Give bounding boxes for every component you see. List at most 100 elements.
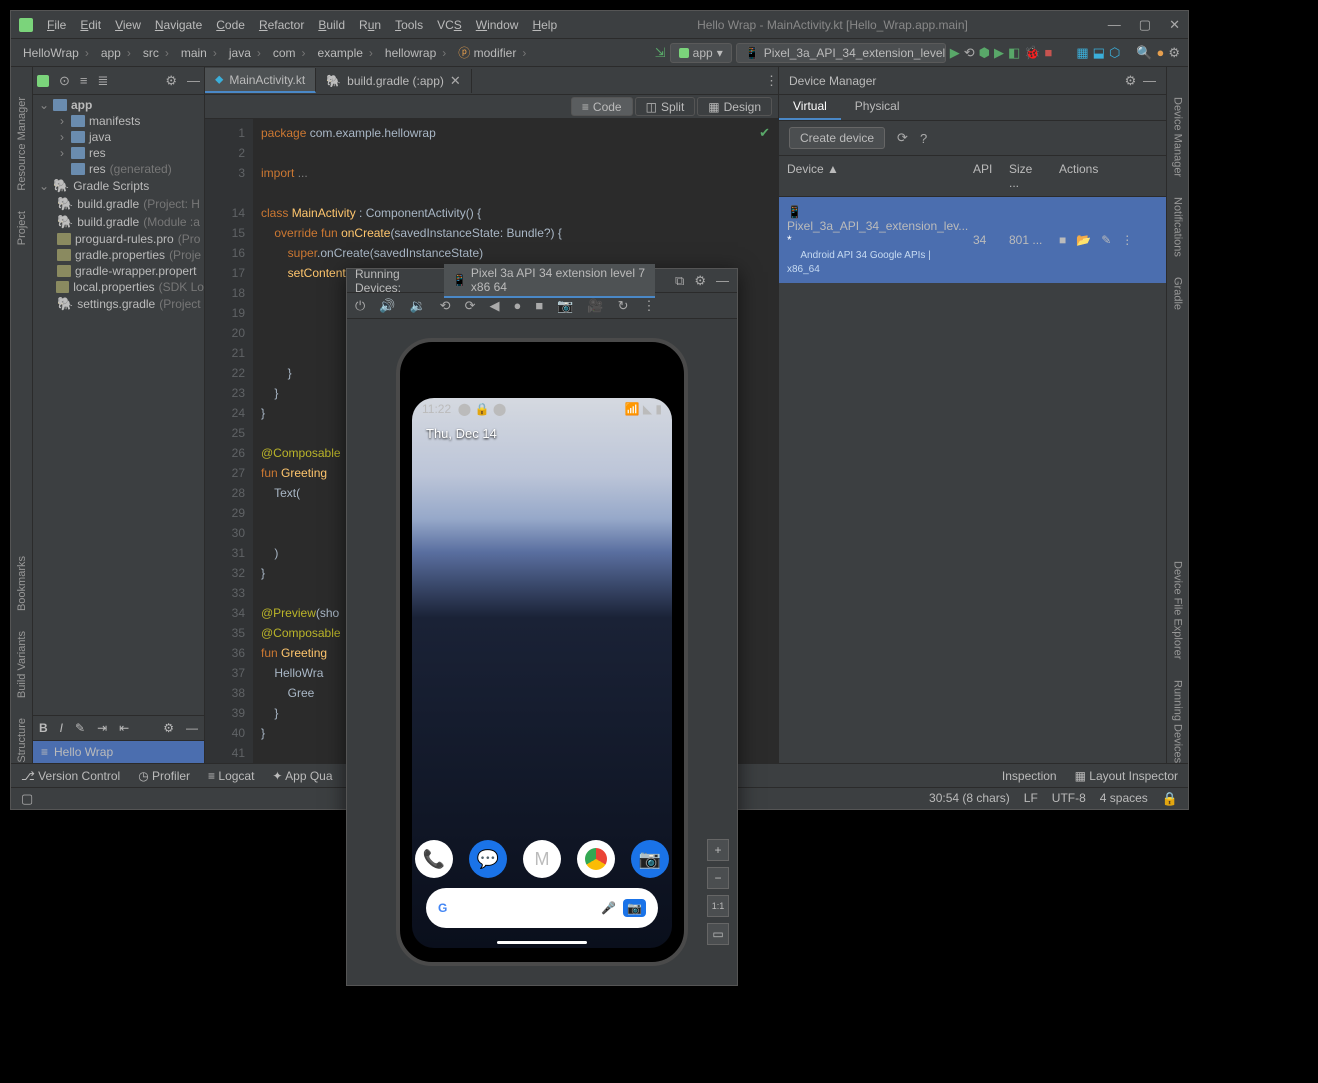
open-folder-icon[interactable]: 📂 (1076, 233, 1091, 247)
expand-icon[interactable]: ≡ (80, 73, 88, 88)
tab-physical[interactable]: Physical (841, 95, 914, 120)
line-ending[interactable]: LF (1024, 791, 1038, 807)
collapse-icon[interactable]: ≣ (98, 73, 109, 89)
tab-menu-icon[interactable]: ⋮ (765, 73, 778, 89)
nav-handle[interactable] (497, 941, 587, 944)
more-icon[interactable]: ⋮ (1121, 233, 1133, 247)
home-icon[interactable]: ● (513, 298, 521, 313)
rail-resource-manager[interactable]: Resource Manager (16, 97, 28, 191)
profile-icon[interactable]: ◧ (1008, 45, 1020, 61)
view-design[interactable]: ▦ Design (697, 97, 772, 116)
crumb[interactable]: example (314, 44, 377, 62)
rail-structure[interactable]: Structure (16, 718, 28, 763)
rail-build-variants[interactable]: Build Variants (16, 631, 28, 698)
zoom-out-button[interactable]: − (707, 867, 729, 889)
menu-build[interactable]: Build (318, 18, 345, 32)
menu-code[interactable]: Code (216, 18, 245, 32)
rail-device-manager[interactable]: Device Manager (1172, 97, 1184, 177)
power-icon[interactable]: ⏻ (355, 298, 365, 314)
gear-icon[interactable]: ⚙ (694, 273, 706, 289)
menu-file[interactable]: File (47, 18, 66, 32)
tab-mainactivity[interactable]: ⬥MainActivity.kt (205, 68, 316, 93)
rotate-right-icon[interactable]: ⟳ (465, 298, 476, 314)
avd-icon[interactable]: ▦ (1076, 45, 1088, 61)
menu-vcs[interactable]: VCS (437, 18, 462, 32)
caret-position[interactable]: 30:54 (8 chars) (929, 791, 1010, 807)
minimize-icon[interactable]: — (1108, 17, 1121, 33)
crumb[interactable]: HelloWrap (19, 44, 93, 62)
google-search-bar[interactable]: G 🎤 📷 (426, 888, 658, 928)
camera-app-icon[interactable]: 📷 (631, 840, 669, 878)
attach-debugger-icon[interactable]: 🐞 (1024, 45, 1040, 61)
run-icon[interactable]: ▶ (950, 45, 960, 61)
menu-view[interactable]: View (115, 18, 141, 32)
menu-navigate[interactable]: Navigate (155, 18, 202, 32)
rotate-left-icon[interactable]: ⟲ (440, 298, 451, 314)
stop-device-icon[interactable]: ■ (1059, 233, 1066, 247)
phone-app-icon[interactable]: 📞 (415, 840, 453, 878)
hide-icon[interactable]: — (187, 73, 200, 88)
zoom-fit-button[interactable]: ▭ (707, 923, 729, 945)
sdk-icon[interactable]: ⬓ (1093, 45, 1105, 61)
tool-inspection[interactable]: Inspection (1002, 769, 1057, 783)
search-everywhere-icon[interactable]: 🔍 (1136, 45, 1152, 61)
new-window-icon[interactable]: ⧉ (675, 273, 684, 289)
inspections-ok-icon[interactable]: ✔ (759, 123, 770, 143)
stop-icon[interactable]: ■ (1044, 45, 1052, 60)
crumb[interactable]: java (225, 44, 265, 62)
zoom-in-button[interactable]: + (707, 839, 729, 861)
messages-app-icon[interactable]: 💬 (469, 840, 507, 878)
gear-icon[interactable]: ⚙ (1125, 73, 1137, 88)
gear-icon[interactable]: ⚙ (165, 73, 177, 89)
rail-running-devices[interactable]: Running Devices (1172, 680, 1184, 763)
rail-notifications[interactable]: Notifications (1172, 197, 1184, 257)
device-row[interactable]: 📱 Pixel_3a_API_34_extension_lev... * And… (779, 197, 1166, 283)
status-icon[interactable]: ▢ (21, 791, 33, 807)
menu-refactor[interactable]: Refactor (259, 18, 304, 32)
readonly-lock-icon[interactable]: 🔒 (1162, 791, 1178, 807)
more-icon[interactable]: ⋮ (642, 298, 655, 314)
rail-bookmarks[interactable]: Bookmarks (16, 556, 28, 611)
chrome-app-icon[interactable] (577, 840, 615, 878)
crumb[interactable]: hellowrap (381, 44, 450, 62)
menu-window[interactable]: Window (476, 18, 519, 32)
menu-run[interactable]: Run (359, 18, 381, 32)
coverage-icon[interactable]: ▶ (994, 45, 1004, 61)
tool-profiler[interactable]: ◷ Profiler (138, 769, 190, 783)
tool-app-quality[interactable]: ✦ App Qua (272, 769, 332, 783)
crumb[interactable]: com (269, 44, 310, 62)
running-devices-window[interactable]: Running Devices: 📱 Pixel 3a API 34 exten… (346, 268, 738, 986)
tool-vcs[interactable]: ⎇ Version Control (21, 769, 120, 783)
user-icon[interactable]: ● (1156, 45, 1164, 60)
hide-icon[interactable]: — (716, 273, 729, 288)
view-code[interactable]: ≡ Code (571, 97, 633, 116)
crumb[interactable]: ⓟ modifier (454, 42, 530, 63)
debug-bug-icon[interactable]: ⬢ (979, 45, 990, 61)
tab-buildgradle[interactable]: 🐘build.gradle (:app)✕ (316, 69, 472, 93)
refresh-icon[interactable]: ⟳ (897, 130, 908, 146)
back-icon[interactable]: ◀ (489, 298, 499, 314)
android-view-icon[interactable] (37, 75, 49, 87)
phone-screen[interactable]: 11:22 ⬤ 🔒 ⬤ 📶 ◣ ▮ Thu, Dec 14 📞 💬 M 📷 G … (412, 398, 672, 948)
module-hello-wrap[interactable]: ≡Hello Wrap (33, 741, 204, 763)
sync-icon[interactable]: ⇲ (655, 45, 666, 61)
hide-icon[interactable]: — (1143, 73, 1156, 88)
device-selector[interactable]: 📱 Pixel_3a_API_34_extension_level_7_x86.… (736, 43, 946, 63)
tool-layout-inspector[interactable]: ▦ Layout Inspector (1075, 769, 1178, 783)
crumb[interactable]: main (177, 44, 221, 62)
crumb[interactable]: app (97, 44, 135, 62)
view-split[interactable]: ◫ Split (635, 97, 696, 116)
run-config-selector[interactable]: app ▾ (670, 43, 732, 63)
apply-changes-icon[interactable]: ⟲ (964, 45, 975, 61)
restart-icon[interactable]: ↻ (618, 298, 629, 314)
volume-up-icon[interactable]: 🔊 (379, 298, 395, 314)
menu-help[interactable]: Help (532, 18, 557, 32)
maximize-icon[interactable]: ▢ (1139, 17, 1151, 33)
encoding[interactable]: UTF-8 (1052, 791, 1086, 807)
rail-file-explorer[interactable]: Device File Explorer (1172, 561, 1184, 659)
select-open-file-icon[interactable]: ⊙ (59, 73, 70, 89)
tool-logcat[interactable]: ≡ Logcat (208, 769, 254, 783)
rail-gradle[interactable]: Gradle (1172, 277, 1184, 310)
edit-device-icon[interactable]: ✎ (1101, 233, 1111, 247)
screenshot-icon[interactable]: 📷 (557, 298, 573, 314)
